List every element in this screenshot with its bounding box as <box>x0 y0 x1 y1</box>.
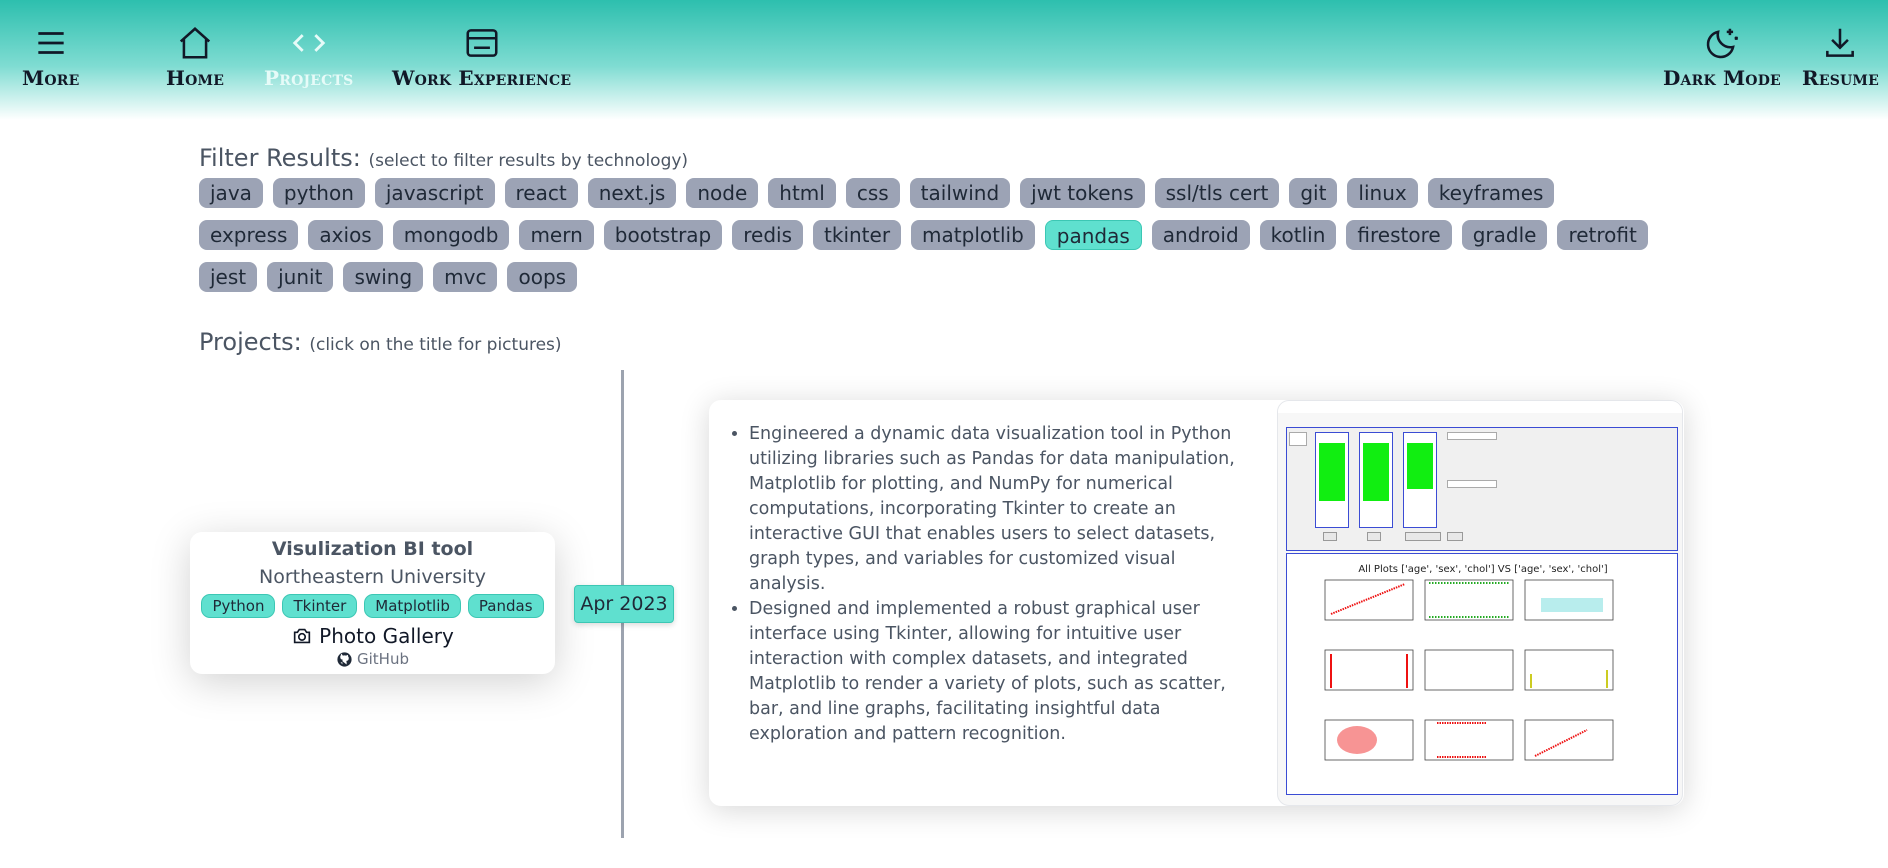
filter-tag-mongodb[interactable]: mongodb <box>392 220 510 250</box>
filter-hint: (select to filter results by technology) <box>368 151 689 171</box>
nav-dark-mode[interactable]: Dark Mode <box>1663 24 1781 90</box>
filter-tag-git[interactable]: git <box>1289 178 1338 208</box>
home-icon <box>179 27 211 59</box>
project-organization: Northeastern University <box>259 566 486 588</box>
code-icon <box>292 34 325 52</box>
filter-tag-mern[interactable]: mern <box>519 220 594 250</box>
filter-tag-matplotlib[interactable]: matplotlib <box>911 220 1035 250</box>
filter-tag-keyframes[interactable]: keyframes <box>1427 178 1555 208</box>
filter-tag-jest[interactable]: jest <box>199 262 258 292</box>
project-tech-chips: Python Tkinter Matplotlib Pandas <box>201 594 544 618</box>
screenshot-button <box>1323 532 1337 541</box>
nav-more-label: More <box>22 66 80 90</box>
filter-tag-jwt-tokens[interactable]: jwt tokens <box>1020 178 1145 208</box>
filter-tag-java[interactable]: java <box>199 178 263 208</box>
project-card: Visulization BI tool Northeastern Univer… <box>190 532 555 674</box>
screenshot-listbox <box>1403 432 1437 528</box>
filter-tag-html[interactable]: html <box>768 178 836 208</box>
filter-tag-android[interactable]: android <box>1151 220 1250 250</box>
filter-tag-ssl-tls-cert[interactable]: ssl/tls cert <box>1154 178 1280 208</box>
filter-tag-react[interactable]: react <box>504 178 578 208</box>
filter-tag-firestore[interactable]: firestore <box>1346 220 1452 250</box>
filter-tag-retrofit[interactable]: retrofit <box>1557 220 1648 250</box>
nav-projects-label: Projects <box>264 66 354 90</box>
nav-resume-label: Resume <box>1802 66 1879 90</box>
screenshot-plot-area: All Plots ['age', 'sex', 'chol'] VS ['ag… <box>1286 553 1678 795</box>
filter-tag-oops[interactable]: oops <box>507 262 578 292</box>
screenshot-button <box>1447 532 1463 541</box>
filter-title: Filter Results: <box>199 144 361 172</box>
screenshot-button <box>1289 432 1307 446</box>
browser-window-icon <box>466 29 498 57</box>
github-label: GitHub <box>357 650 409 668</box>
tech-filter-tags: java python javascript react next.js node html… <box>199 178 1659 292</box>
screenshot-button <box>1367 532 1381 541</box>
screenshot-dropdown <box>1447 432 1497 440</box>
filter-tag-gradle[interactable]: gradle <box>1461 220 1548 250</box>
filter-tag-swing[interactable]: swing <box>343 262 424 292</box>
filter-tag-javascript[interactable]: javascript <box>374 178 495 208</box>
filter-tag-express[interactable]: express <box>199 220 299 250</box>
menu-icon <box>38 32 64 54</box>
filter-tag-redis[interactable]: redis <box>732 220 804 250</box>
photo-gallery-label: Photo Gallery <box>319 624 454 648</box>
filter-heading: Filter Results: (select to filter result… <box>199 144 688 172</box>
moon-stars-icon <box>1706 28 1738 59</box>
tech-chip-matplotlib: Matplotlib <box>364 594 461 618</box>
screenshot-subplots <box>1324 579 1614 761</box>
filter-tag-bootstrap[interactable]: bootstrap <box>603 220 723 250</box>
photo-gallery-link[interactable]: Photo Gallery <box>291 624 454 648</box>
nav-home-label: Home <box>166 66 225 90</box>
download-icon <box>1826 28 1855 57</box>
project-bullet: Designed and implemented a robust graphi… <box>749 597 1249 747</box>
filter-tag-tkinter[interactable]: tkinter <box>813 220 902 250</box>
nav-work-label: Work Experience <box>392 66 572 90</box>
tech-chip-tkinter: Tkinter <box>282 594 358 618</box>
screenshot-controls <box>1286 427 1678 551</box>
project-title[interactable]: Visulization BI tool <box>272 538 473 560</box>
filter-tag-tailwind[interactable]: tailwind <box>909 178 1011 208</box>
nav-home[interactable]: Home <box>166 24 224 90</box>
projects-hint: (click on the title for pictures) <box>309 335 562 355</box>
tech-chip-pandas: Pandas <box>467 594 544 618</box>
top-nav-bar: More Home Projects Work Experience Dark … <box>0 0 1888 120</box>
screenshot-button <box>1405 532 1441 541</box>
screenshot-dropdown <box>1447 480 1497 488</box>
nav-projects[interactable]: Projects <box>264 24 353 90</box>
filter-tag-mvc[interactable]: mvc <box>433 262 498 292</box>
screenshot-listbox <box>1359 432 1393 528</box>
github-icon <box>337 651 352 667</box>
screenshot-window-bar <box>1278 401 1682 413</box>
nav-work-experience[interactable]: Work Experience <box>392 24 571 90</box>
tech-chip-python: Python <box>201 594 276 618</box>
projects-heading: Projects: (click on the title for pictur… <box>199 328 562 356</box>
filter-tag-kotlin[interactable]: kotlin <box>1259 220 1337 250</box>
filter-tag-python[interactable]: python <box>272 178 365 208</box>
project-detail-panel: Engineered a dynamic data visualization … <box>709 400 1684 806</box>
filter-tag-css[interactable]: css <box>845 178 900 208</box>
nav-dark-label: Dark Mode <box>1663 66 1781 90</box>
projects-title: Projects: <box>199 328 302 356</box>
nav-more[interactable]: More <box>22 24 79 90</box>
project-screenshot[interactable]: All Plots ['age', 'sex', 'chol'] VS ['ag… <box>1277 400 1683 806</box>
screenshot-listbox <box>1315 432 1349 528</box>
project-bullets: Engineered a dynamic data visualization … <box>749 422 1249 747</box>
project-date-badge: Apr 2023 <box>574 585 674 623</box>
filter-tag-axios[interactable]: axios <box>308 220 383 250</box>
project-bullet: Engineered a dynamic data visualization … <box>749 422 1249 597</box>
filter-tag-junit[interactable]: junit <box>267 262 334 292</box>
github-link[interactable]: GitHub <box>336 650 409 668</box>
filter-tag-node[interactable]: node <box>686 178 759 208</box>
filter-tag-linux[interactable]: linux <box>1347 178 1418 208</box>
filter-tag-next-js[interactable]: next.js <box>587 178 677 208</box>
nav-resume[interactable]: Resume <box>1802 24 1879 90</box>
filter-tag-pandas[interactable]: pandas <box>1044 220 1142 250</box>
camera-icon <box>294 628 311 644</box>
